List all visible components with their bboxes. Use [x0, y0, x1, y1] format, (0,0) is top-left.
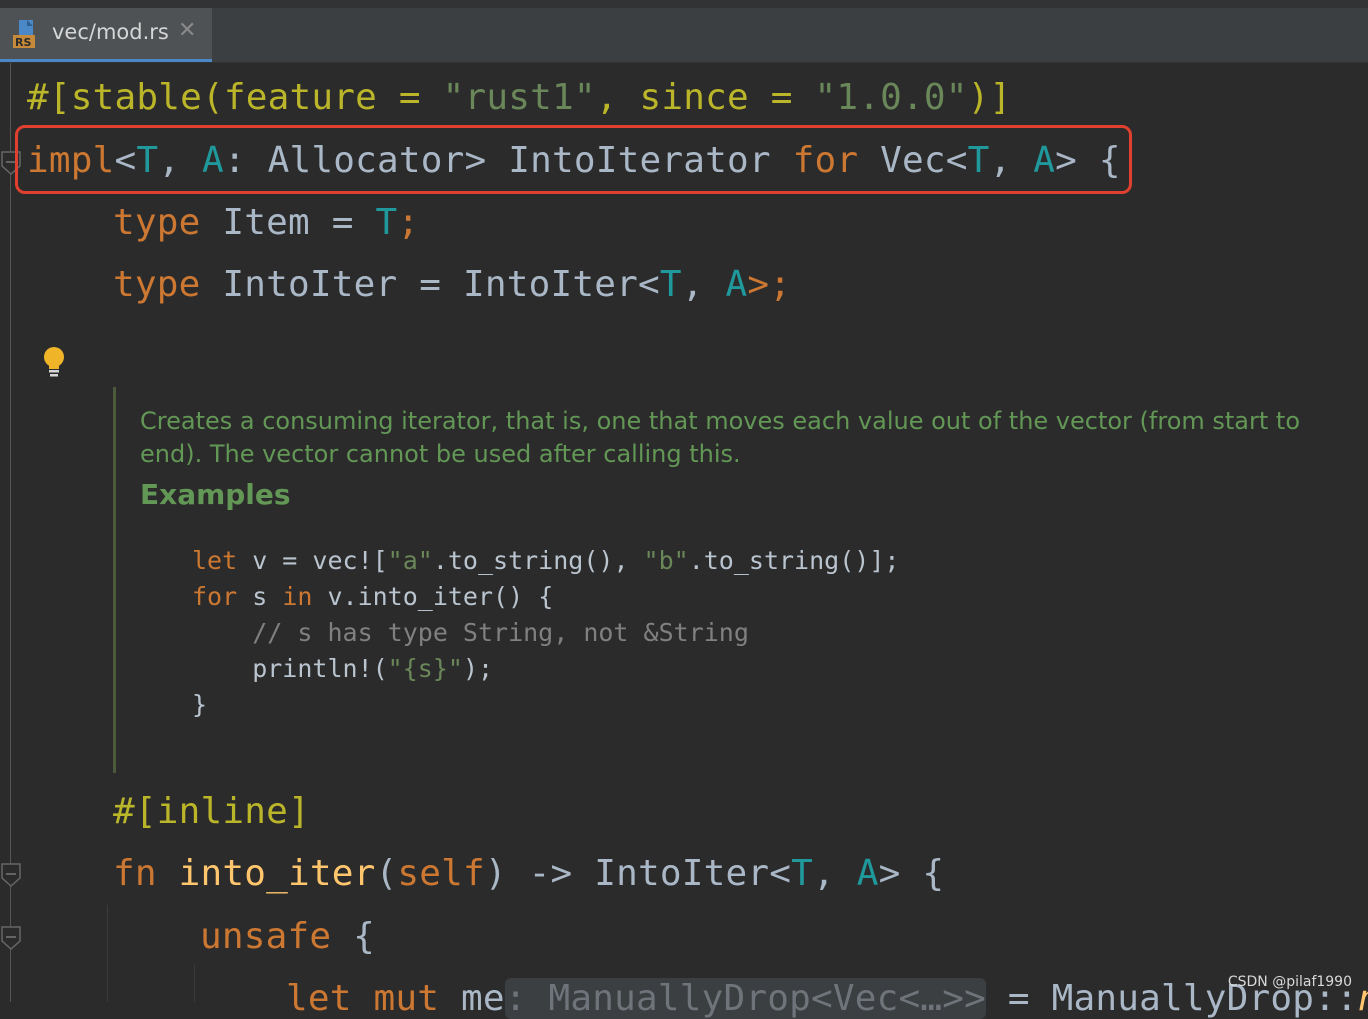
doc-code-text: println!( — [192, 654, 388, 683]
code-line-stable-attribute: #[stable(feature = "rust1", since = "1.0… — [27, 77, 1011, 118]
doc-description: Creates a consuming iterator, that is, o… — [140, 407, 1301, 468]
code-punct: { — [331, 916, 375, 957]
code-text: me — [439, 978, 505, 1019]
doc-code-text: v = vec![ — [237, 546, 388, 575]
doc-keyword-in: in — [282, 582, 313, 611]
fold-marker-unsafe-icon[interactable] — [0, 925, 22, 951]
doc-code-text: .to_string(), — [432, 546, 644, 575]
keyword-type: type — [113, 202, 201, 243]
keyword-fn: fn — [113, 853, 157, 894]
doc-code-line-2: for s in v.into_iter() { — [192, 582, 553, 611]
code-line-let-mut-me: let mut me: ManuallyDrop<Vec<…>> = Manua… — [286, 978, 1368, 1019]
tab-label: vec/mod.rs — [52, 20, 169, 44]
doc-keyword-for: for — [192, 582, 238, 611]
doc-keyword-let: let — [192, 546, 238, 575]
type-param-A: A — [725, 264, 748, 305]
editor-tab-bar: RS vec/mod.rs ✕ — [0, 0, 1368, 63]
close-icon[interactable]: ✕ — [178, 18, 196, 43]
doc-examples-heading: Examples — [140, 478, 291, 511]
annotation-highlight-box — [15, 125, 1132, 194]
doc-code-text: .to_string()]; — [688, 546, 900, 575]
keyword-self: self — [397, 853, 485, 894]
tab-bar-top-strip — [0, 0, 1368, 8]
type-inlay-hint: : ManuallyDrop<Vec<…>> — [504, 978, 986, 1019]
code-text: IntoIter = IntoIter< — [200, 264, 660, 305]
doc-code-line-1: let v = vec!["a".to_string(), "b".to_str… — [192, 546, 899, 575]
doc-code-line-4: println!("{s}"); — [192, 654, 493, 683]
code-punct: , — [681, 264, 726, 305]
keyword-let-mut: let mut — [286, 978, 440, 1019]
code-punct: ( — [375, 853, 398, 894]
attr-string-rust1: "rust1" — [442, 77, 596, 118]
watermark: CSDN @pilaf1990 — [1227, 974, 1352, 990]
lightbulb-icon[interactable] — [40, 345, 68, 379]
code-text: ) -> IntoIter< — [484, 853, 792, 894]
tab-vec-mod-rs[interactable]: RS vec/mod.rs ✕ — [0, 8, 212, 62]
code-line-inline-attribute: #[inline] — [113, 791, 310, 832]
type-param-T: T — [659, 264, 682, 305]
type-param-A: A — [856, 853, 879, 894]
code-line-fn-into-iter: fn into_iter(self) -> IntoIter<T, A> { — [113, 853, 944, 894]
doc-code-text: s — [237, 582, 283, 611]
code-punct: >; — [747, 264, 792, 305]
rust-badge-text: RS — [15, 36, 31, 49]
attr-prefix: #[stable(feature = — [27, 77, 443, 118]
doc-code-text: ); — [462, 654, 494, 683]
keyword-type: type — [113, 264, 201, 305]
attr-string-version: "1.0.0" — [814, 77, 968, 118]
doc-code-text: v.into_iter() { — [312, 582, 554, 611]
code-punct: > { — [878, 853, 945, 894]
indent-guide — [194, 965, 195, 1002]
rust-file-icon: RS — [13, 20, 35, 49]
function-name-new: ne — [1358, 978, 1368, 1019]
type-param-T: T — [375, 202, 398, 243]
code-line-type-item: type Item = T; — [113, 202, 419, 243]
doc-code-line-5: } — [192, 690, 208, 719]
code-line-unsafe: unsafe { — [200, 916, 375, 957]
code-line-type-intoiter: type IntoIter = IntoIter<T, A>; — [113, 264, 791, 305]
type-param-T: T — [791, 853, 813, 894]
doc-string-a: "a" — [387, 546, 433, 575]
doc-string-b: "b" — [643, 546, 689, 575]
code-punct: , — [812, 853, 857, 894]
doc-string-format: "{s}" — [387, 654, 463, 683]
function-name-into-iter[interactable]: into_iter — [157, 853, 376, 894]
doc-code-line-3-comment: // s has type String, not &String — [192, 618, 749, 647]
fold-marker-fn-icon[interactable] — [0, 862, 22, 888]
keyword-unsafe: unsafe — [200, 916, 332, 957]
attr-suffix: )] — [967, 77, 1012, 118]
code-text: Item = — [200, 202, 376, 243]
attr-middle: , since = — [595, 77, 815, 118]
code-semicolon: ; — [397, 202, 420, 243]
indent-guide — [107, 905, 108, 1002]
